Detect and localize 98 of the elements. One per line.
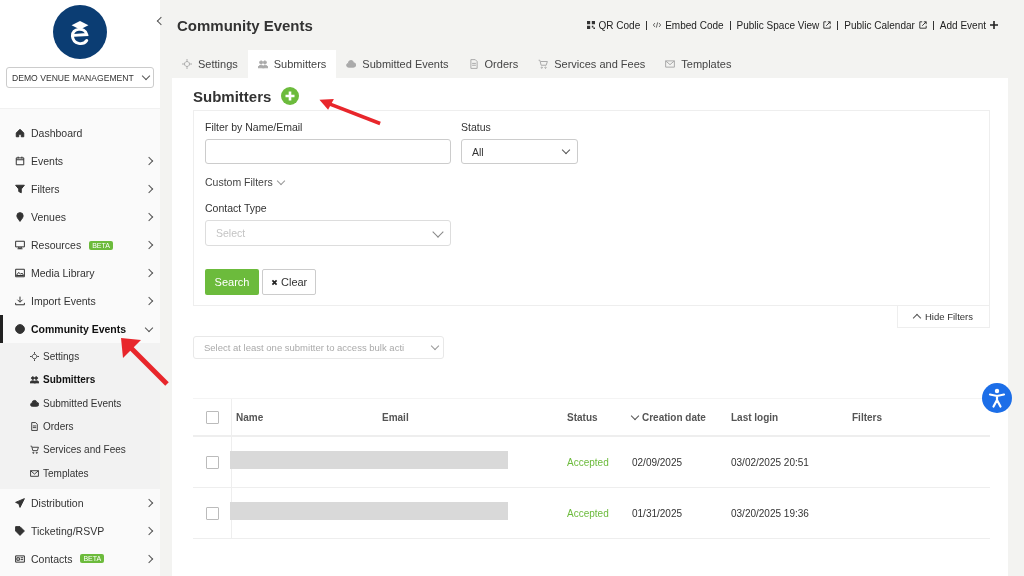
- submenu-item[interactable]: Submitters: [0, 368, 160, 392]
- row-checkbox[interactable]: [205, 455, 219, 469]
- submenu-item[interactable]: Settings: [0, 345, 160, 369]
- submenu-label: Submitted Events: [43, 397, 122, 409]
- monitor-icon: [15, 240, 25, 250]
- users-icon: [257, 59, 268, 69]
- name-email-field[interactable]: [205, 139, 451, 164]
- house-icon: [15, 128, 25, 138]
- header-link[interactable]: Add Event: [939, 19, 998, 31]
- sidebar-item-label: Ticketing/RSVP: [31, 524, 105, 537]
- qr-code-icon: [586, 21, 595, 29]
- tag-icon: [15, 525, 25, 536]
- table-cell-text: 02/09/2025: [632, 456, 684, 468]
- submenu-label: Submitters: [43, 374, 96, 386]
- cart-icon: [30, 445, 39, 455]
- envelope-icon: [665, 59, 676, 69]
- column-header[interactable]: Last login: [731, 411, 852, 423]
- document-icon: [468, 59, 479, 69]
- column-header[interactable]: Status: [567, 411, 632, 423]
- code-icon: [653, 21, 662, 29]
- id-card-icon: [15, 553, 25, 564]
- tab[interactable]: Submitted Events: [336, 50, 459, 78]
- select-all-checkbox[interactable]: [205, 410, 219, 424]
- paper-plane-icon: [15, 497, 25, 508]
- sidebar-item-label: Dashboard: [31, 127, 83, 139]
- logo-icon: [53, 5, 107, 59]
- custom-filters-toggle[interactable]: Custom Filters: [205, 176, 979, 188]
- sidebar-item[interactable]: Import Events: [0, 287, 160, 315]
- envelope-icon: [30, 468, 39, 478]
- sidebar-item-label: Media Library: [31, 267, 95, 279]
- submenu-item[interactable]: Submitted Events: [0, 391, 160, 415]
- download-icon: [15, 296, 25, 306]
- field-label: Filter by Name/Email: [205, 121, 304, 133]
- sidebar-item-label: Events: [31, 155, 64, 167]
- header-link[interactable]: Public Calendar: [844, 19, 927, 31]
- table-cell-text: Accepted: [567, 456, 610, 468]
- sidebar-item[interactable]: Filters: [0, 175, 160, 203]
- close-icon: [271, 278, 278, 286]
- field-label: Contact Type: [205, 202, 268, 214]
- calendar-icon: [15, 156, 25, 166]
- sidebar-item[interactable]: Ticketing/RSVP: [0, 516, 160, 545]
- hide-filters-button[interactable]: Hide Filters: [896, 306, 990, 328]
- sidebar-item-label: Venues: [31, 211, 67, 223]
- tab[interactable]: Orders: [458, 50, 529, 78]
- clear-button[interactable]: Clear: [262, 269, 317, 295]
- submenu-label: Settings: [43, 351, 80, 363]
- submenu-item[interactable]: Services and Fees: [0, 438, 160, 462]
- row-checkbox[interactable]: [205, 506, 219, 520]
- column-header[interactable]: Email: [382, 411, 567, 423]
- annotation-arrow: [119, 336, 171, 388]
- tab[interactable]: Services and Fees: [528, 50, 656, 78]
- tab[interactable]: Templates: [655, 50, 742, 78]
- tab[interactable]: Settings: [172, 50, 248, 78]
- cart-icon: [538, 59, 549, 69]
- header-link[interactable]: Public Space View: [736, 19, 832, 31]
- section-title: Submitters: [193, 87, 272, 105]
- sidebar-item-label: Import Events: [31, 295, 96, 307]
- accessibility-button[interactable]: [982, 383, 1012, 413]
- cloud-icon: [30, 398, 39, 408]
- sidebar-item-label: Community Events: [31, 323, 127, 335]
- table-cell-text: Accepted: [567, 507, 610, 519]
- submenu-label: Orders: [43, 421, 74, 433]
- header-link[interactable]: QR Code: [586, 19, 641, 31]
- column-header[interactable]: Filters: [852, 411, 952, 423]
- document-icon: [30, 422, 39, 432]
- sidebar-item-label: Resources: [31, 239, 82, 251]
- submenu-label: Templates: [43, 467, 89, 479]
- sidebar-item-label: Contacts: [31, 552, 73, 565]
- header-link[interactable]: Embed Code: [653, 19, 724, 31]
- sidebar-item[interactable]: Distribution: [0, 488, 160, 517]
- field-label: Status: [461, 121, 492, 133]
- status-select[interactable]: All: [461, 139, 578, 164]
- map-pin-icon: [15, 212, 25, 222]
- users-icon: [30, 375, 39, 385]
- cloud-icon: [346, 59, 357, 69]
- plus-icon: [990, 21, 998, 29]
- sidebar-item-label: Filters: [31, 183, 60, 195]
- add-button[interactable]: [281, 87, 300, 105]
- column-header[interactable]: Creation date: [632, 411, 731, 423]
- table-cell-text: 03/02/2025 20:51: [731, 456, 810, 468]
- sidebar-item-label: Distribution: [31, 496, 84, 509]
- page-title: Community Events: [177, 16, 313, 34]
- sidebar-item[interactable]: Media Library: [0, 259, 160, 287]
- venue-select[interactable]: DEMO VENUE MANAGEMENT: [6, 67, 154, 88]
- image-icon: [15, 268, 25, 278]
- column-header[interactable]: Name: [232, 411, 382, 423]
- submenu-item[interactable]: Templates: [0, 461, 160, 485]
- sidebar-item[interactable]: Venues: [0, 203, 160, 231]
- external-link-icon: [918, 21, 927, 29]
- tab[interactable]: Submitters: [247, 50, 337, 78]
- table-cell-text: 03/20/2025 19:36: [731, 507, 810, 519]
- sidebar-item[interactable]: Events: [0, 147, 160, 175]
- submenu-item[interactable]: Orders: [0, 414, 160, 439]
- table-cell-text: 01/31/2025: [632, 507, 684, 519]
- sidebar-item[interactable]: Dashboard: [0, 119, 160, 147]
- filter-icon: [15, 184, 25, 194]
- external-link-icon: [823, 21, 832, 29]
- submenu-label: Services and Fees: [43, 444, 126, 456]
